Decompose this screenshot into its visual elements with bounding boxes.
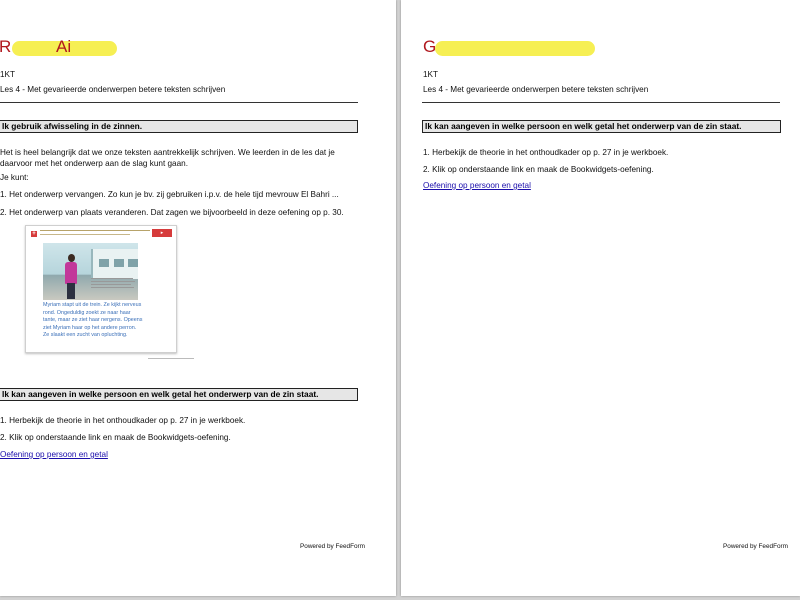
list-item-herbekijk: 1. Herbekijk de theorie in het onthoudka… — [423, 148, 669, 157]
cross-icon: + — [31, 231, 37, 237]
name-redaction-highlight — [435, 41, 595, 56]
lesson-label: Les 4 - Met gevarieerde onderwerpen bete… — [0, 85, 226, 94]
header-divider — [422, 102, 780, 103]
title-rest: Ai — [56, 37, 72, 56]
list-item-2: 2. Het onderwerp van plaats veranderen. … — [0, 208, 344, 217]
class-label: 1KT — [423, 70, 439, 79]
class-label: 1KT — [0, 70, 16, 79]
example-sentences-blue: Myriam stapt uit de trein. Ze kijkt nerv… — [43, 302, 143, 339]
list-item-klik: 2. Klik op onderstaande link en maak de … — [423, 165, 654, 174]
section-heading-persoon-getal: Ik kan aangeven in welke persoon en welk… — [422, 120, 781, 133]
header-divider — [0, 102, 358, 103]
powered-by-footer: Powered by FeedForm — [723, 543, 788, 550]
list-item-klik: 2. Klik op onderstaande link en maak de … — [0, 433, 231, 442]
train-station-photo — [43, 243, 138, 300]
powered-by-footer: Powered by FeedForm — [300, 543, 365, 550]
oefening-link[interactable]: Oefening op persoon en getal — [0, 450, 108, 459]
title-initial: G — [423, 37, 437, 56]
list-item-herbekijk: 1. Herbekijk de theorie in het onthoudka… — [0, 416, 246, 425]
page-tag-icon: ▸ — [152, 229, 172, 237]
student-name-title: G — [423, 37, 436, 57]
document-page-left: R Ai 1KT Les 4 - Met gevarieerde onderwe… — [0, 0, 396, 596]
document-page-right: G 1KT Les 4 - Met gevarieerde onderwerpe… — [401, 0, 800, 596]
section-heading-persoon-getal: Ik kan aangeven in welke persoon en welk… — [0, 388, 358, 401]
section-heading-afwisseling: Ik gebruik afwisseling in de zinnen. — [0, 120, 358, 133]
workbook-exercise-image: + ▸ Myriam stapt uit de trein. Ze kijkt … — [25, 225, 177, 353]
list-item-1: 1. Het onderwerp vervangen. Zo kun je bv… — [0, 190, 339, 199]
oefening-link[interactable]: Oefening op persoon en getal — [423, 181, 531, 190]
je-kunt-label: Je kunt: — [0, 173, 29, 182]
lesson-label: Les 4 - Met gevarieerde onderwerpen bete… — [423, 85, 649, 94]
image-caption-line — [148, 358, 194, 359]
small-text-lines — [91, 278, 141, 290]
title-initial: R — [0, 37, 12, 56]
intro-paragraph: Het is heel belangrijk dat we onze tekst… — [0, 148, 335, 168]
